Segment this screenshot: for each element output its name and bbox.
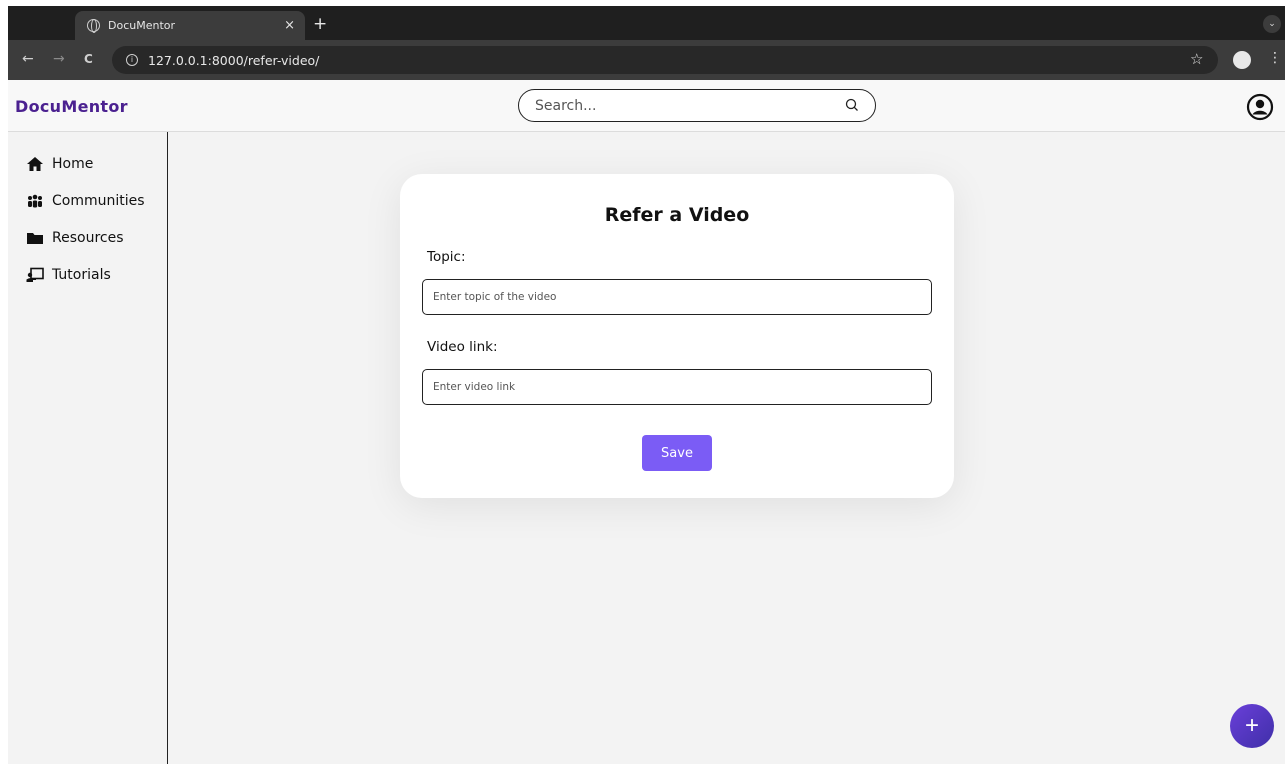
video-link-field xyxy=(422,369,932,405)
user-profile-icon[interactable] xyxy=(1246,93,1274,121)
brand-logo[interactable]: DocuMentor xyxy=(15,97,128,116)
video-link-input[interactable] xyxy=(423,370,931,404)
browser-toolbar: ← → C i 127.0.0.1:8000/refer-video/ ☆ ⋮ xyxy=(8,40,1285,80)
search-bar xyxy=(518,89,876,122)
save-button[interactable]: Save xyxy=(642,435,712,471)
browser-profile-icon[interactable] xyxy=(1233,51,1251,69)
bookmark-star-icon[interactable]: ☆ xyxy=(1190,50,1203,68)
topic-input[interactable] xyxy=(423,280,931,314)
sidebar-item-home[interactable]: Home xyxy=(26,156,93,172)
tab-strip: DocuMentor × + ⌄ xyxy=(8,6,1285,40)
reload-button[interactable]: C xyxy=(84,52,93,66)
search-icon[interactable] xyxy=(845,98,861,114)
users-icon xyxy=(26,193,44,209)
tab-search-button[interactable]: ⌄ xyxy=(1263,15,1281,33)
address-bar[interactable]: i 127.0.0.1:8000/refer-video/ xyxy=(112,46,1218,74)
sidebar-item-resources[interactable]: Resources xyxy=(26,230,124,246)
folder-icon xyxy=(26,230,44,246)
sidebar-item-label: Resources xyxy=(52,230,124,246)
sidebar-item-label: Home xyxy=(52,156,94,172)
topic-field xyxy=(422,279,932,315)
tab-title: DocuMentor xyxy=(108,19,176,32)
refer-video-card: Refer a Video Topic: Video link: Save xyxy=(400,174,954,498)
forward-button[interactable]: → xyxy=(53,51,65,67)
new-tab-button[interactable]: + xyxy=(313,14,327,34)
video-link-label: Video link: xyxy=(427,339,498,355)
sidebar-item-communities[interactable]: Communities xyxy=(26,193,145,209)
chalkboard-teacher-icon xyxy=(26,267,44,283)
search-input[interactable] xyxy=(535,97,845,114)
page-title: Refer a Video xyxy=(604,204,750,226)
site-info-icon[interactable]: i xyxy=(126,54,138,66)
tab-close-button[interactable]: × xyxy=(284,18,295,33)
browser-menu-icon[interactable]: ⋮ xyxy=(1268,50,1282,66)
browser-window: DocuMentor × + ⌄ ← → C i 127.0.0.1:8000/… xyxy=(8,6,1285,764)
browser-tab[interactable]: DocuMentor × xyxy=(75,11,305,40)
sidebar-item-label: Tutorials xyxy=(52,267,111,283)
url-text: 127.0.0.1:8000/refer-video/ xyxy=(148,52,320,68)
globe-icon xyxy=(87,19,100,33)
add-fab-button[interactable]: + xyxy=(1230,704,1274,748)
topic-label: Topic: xyxy=(427,249,466,265)
sidebar-item-label: Communities xyxy=(52,193,145,209)
sidebar-item-tutorials[interactable]: Tutorials xyxy=(26,267,111,283)
home-icon xyxy=(26,156,44,172)
sidebar: Home Communities Resources Tutorials xyxy=(8,132,168,764)
back-button[interactable]: ← xyxy=(22,51,34,67)
app-header: DocuMentor xyxy=(8,80,1285,132)
